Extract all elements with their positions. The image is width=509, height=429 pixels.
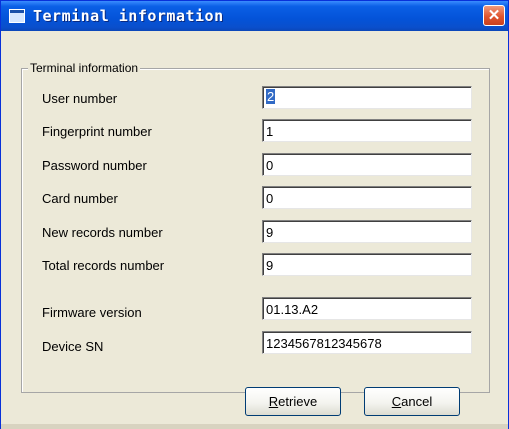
password-number-label: Password number bbox=[42, 158, 147, 173]
close-button[interactable]: ✕ bbox=[483, 5, 505, 26]
device-sn-field[interactable] bbox=[262, 331, 472, 354]
password-number-field[interactable] bbox=[262, 153, 472, 176]
fingerprint-number-label: Fingerprint number bbox=[42, 124, 152, 139]
cancel-label: ancel bbox=[401, 394, 433, 409]
fingerprint-number-field[interactable] bbox=[262, 119, 472, 142]
total-records-number-label: Total records number bbox=[42, 258, 165, 273]
group-label: Terminal information bbox=[28, 61, 141, 75]
terminal-info-group: Terminal information User number 2 Finge… bbox=[21, 61, 490, 393]
user-number-field[interactable]: 2 bbox=[262, 86, 472, 109]
terminal-info-dialog: Terminal information ✕ Terminal informat… bbox=[0, 0, 509, 429]
card-number-label: Card number bbox=[42, 191, 118, 206]
app-window-icon bbox=[9, 9, 25, 23]
firmware-version-label: Firmware version bbox=[42, 305, 142, 320]
user-number-value: 2 bbox=[266, 89, 276, 104]
new-records-number-field[interactable] bbox=[262, 220, 472, 243]
retrieve-label: etrieve bbox=[278, 394, 318, 409]
window-bottom-edge bbox=[1, 424, 508, 429]
retrieve-button[interactable]: Retrieve bbox=[245, 387, 341, 416]
dialog-client-area: Terminal information User number 2 Finge… bbox=[5, 31, 504, 424]
user-number-label: User number bbox=[42, 91, 118, 106]
firmware-version-field[interactable] bbox=[262, 297, 472, 320]
close-icon: ✕ bbox=[487, 7, 501, 24]
cancel-accel: C bbox=[391, 394, 402, 409]
title-bar[interactable]: Terminal information ✕ bbox=[1, 1, 508, 31]
retrieve-accel: R bbox=[268, 394, 279, 409]
device-sn-label: Device SN bbox=[42, 339, 104, 354]
new-records-number-label: New records number bbox=[42, 225, 163, 240]
total-records-number-field[interactable] bbox=[262, 253, 472, 276]
cancel-button[interactable]: Cancel bbox=[364, 387, 460, 416]
card-number-field[interactable] bbox=[262, 186, 472, 209]
window-title: Terminal information bbox=[33, 7, 224, 25]
